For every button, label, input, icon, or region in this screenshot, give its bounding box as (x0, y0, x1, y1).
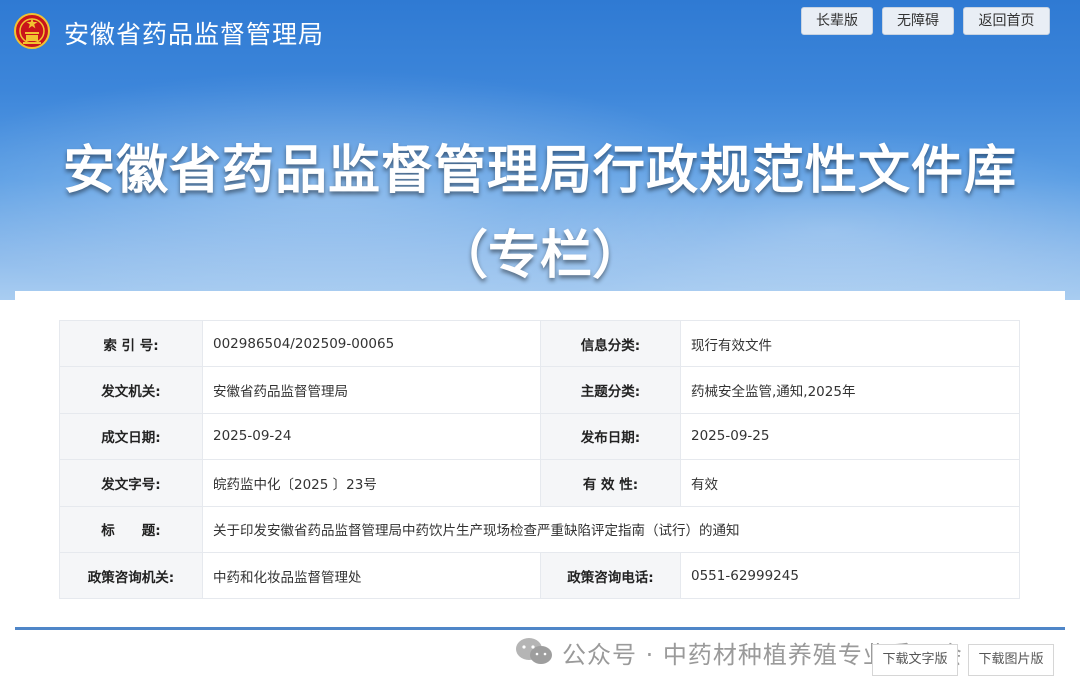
validity-label: 有 效 性: (540, 459, 681, 507)
info-category-value: 现行有效文件 (680, 319, 1020, 368)
site-name[interactable]: 安徽省药品监督管理局 (64, 15, 324, 51)
table-row: 成文日期: 2025-09-24 发布日期: 2025-09-25 (59, 412, 1020, 461)
page-subtitle: （专栏） (435, 226, 644, 286)
accessibility-button[interactable]: 无障碍 (882, 7, 954, 35)
table-row: 标 题: 关于印发安徽省药品监督管理局中药饮片生产现场检查严重缺陷评定指南（试行… (59, 505, 1020, 553)
table-row: 发文机关: 安徽省药品监督管理局 主题分类: 药械安全监管,通知,2025年 (59, 366, 1020, 414)
page-title: 安徽省药品监督管理局行政规范性文件库 (62, 141, 1017, 201)
header-banner: 安徽省药品监督管理局 长辈版 无障碍 返回首页 安徽省药品监督管理局行政规范性文… (0, 0, 1080, 300)
consulting-agency-label: 政策咨询机关: (59, 551, 203, 600)
wechat-icon (516, 638, 552, 664)
info-category-label: 信息分类: (540, 319, 681, 368)
issuing-authority-label: 发文机关: (59, 366, 203, 414)
document-number-value: 皖药监中化〔2025 〕23号 (202, 459, 541, 507)
consulting-agency-value: 中药和化妆品监督管理处 (202, 551, 541, 600)
written-date-label: 成文日期: (59, 412, 203, 461)
consulting-phone-value: 0551-62999245 (680, 551, 1020, 600)
subject-category-value: 药械安全监管,通知,2025年 (680, 366, 1020, 414)
publish-date-value: 2025-09-25 (680, 412, 1020, 461)
subject-category-label: 主题分类: (540, 366, 681, 414)
document-info-table: 索 引 号: 002986504/202509-00065 信息分类: 现行有效… (59, 319, 1020, 600)
download-text-button[interactable]: 下载文字版 (872, 644, 958, 676)
table-row: 政策咨询机关: 中药和化妆品监督管理处 政策咨询电话: 0551-6299924… (59, 551, 1020, 600)
document-info-panel: 索 引 号: 002986504/202509-00065 信息分类: 现行有效… (15, 291, 1065, 621)
index-number-value: 002986504/202509-00065 (202, 319, 541, 368)
document-number-label: 发文字号: (59, 459, 203, 507)
section-divider (15, 627, 1065, 630)
national-emblem-icon (14, 13, 50, 49)
download-image-button[interactable]: 下载图片版 (968, 644, 1054, 676)
table-row: 索 引 号: 002986504/202509-00065 信息分类: 现行有效… (59, 319, 1020, 368)
home-button[interactable]: 返回首页 (963, 7, 1050, 35)
title-value: 关于印发安徽省药品监督管理局中药饮片生产现场检查严重缺陷评定指南（试行）的通知 (202, 505, 1020, 553)
elder-mode-button[interactable]: 长辈版 (801, 7, 873, 35)
validity-value: 有效 (680, 459, 1020, 507)
index-number-label: 索 引 号: (59, 319, 203, 368)
consulting-phone-label: 政策咨询电话: (540, 551, 681, 600)
issuing-authority-value: 安徽省药品监督管理局 (202, 366, 541, 414)
written-date-value: 2025-09-24 (202, 412, 541, 461)
title-label: 标 题: (59, 505, 203, 553)
publish-date-label: 发布日期: (540, 412, 681, 461)
table-row: 发文字号: 皖药监中化〔2025 〕23号 有 效 性: 有效 (59, 459, 1020, 507)
